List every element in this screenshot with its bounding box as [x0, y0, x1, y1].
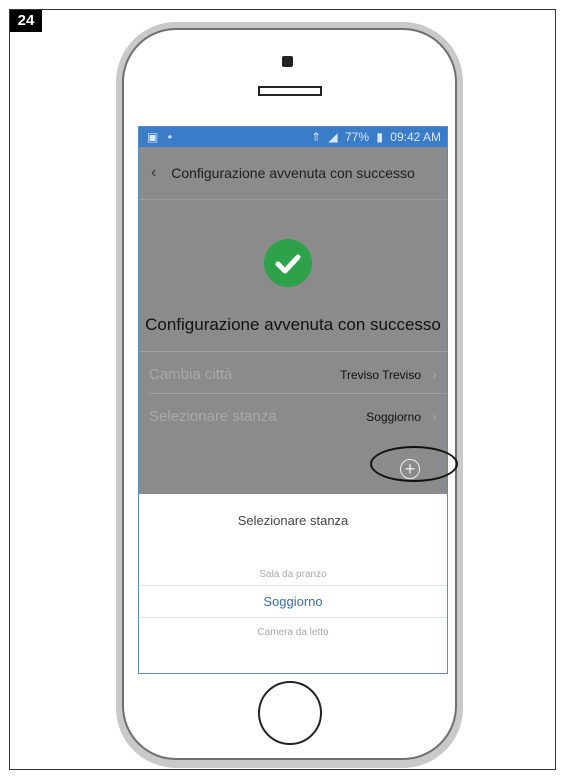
speaker-grille: [258, 86, 322, 96]
camera-icon: [282, 56, 293, 67]
signal-icon: ◢: [328, 130, 338, 144]
row-value: Treviso Treviso: [340, 368, 421, 382]
battery-percent: 77%: [344, 130, 369, 144]
success-heading: Configurazione avvenuta con successo: [145, 315, 441, 334]
image-notification-icon: ▣: [147, 130, 159, 144]
divider: [139, 351, 447, 352]
step-number-badge: 24: [10, 10, 42, 32]
picker-title: Selezionare stanza: [237, 513, 349, 528]
wifi-icon: ⇑: [310, 130, 322, 144]
notification-dot-icon: •: [167, 130, 172, 144]
chevron-right-icon: ›: [432, 408, 437, 424]
settings-row-room[interactable]: Selezionare stanza Soggiorno ›: [139, 398, 447, 434]
row-label: Selezionare stanza: [149, 408, 277, 425]
phone-screen: ▣ • ⇑ ◢ 77% ▮ 09:42 AM ‹ Configurazione …: [138, 126, 448, 674]
chevron-right-icon: ›: [432, 366, 437, 382]
picker-option-dining-room[interactable]: Sala da pranzo: [139, 569, 447, 580]
settings-row-city[interactable]: Cambia città Treviso Treviso ›: [139, 356, 447, 392]
picker-option-bedroom[interactable]: Camera da letto: [139, 627, 447, 638]
battery-icon: ▮: [376, 130, 383, 144]
picker-divider: [139, 617, 447, 618]
home-button[interactable]: [258, 681, 322, 745]
picker-option-living-room[interactable]: Soggiorno: [139, 594, 447, 609]
callout-ellipse: [370, 446, 458, 482]
check-circle-icon: [264, 239, 312, 287]
clock-time: 09:42 AM: [390, 130, 441, 144]
divider: [149, 393, 447, 394]
picker-divider: [139, 585, 447, 586]
nav-title: Configurazione avvenuta con successo: [171, 165, 415, 181]
nav-bar: ‹ Configurazione avvenuta con successo: [139, 147, 447, 200]
configuration-page: ‹ Configurazione avvenuta con successo C…: [139, 147, 447, 494]
row-value: Soggiorno: [366, 410, 421, 424]
row-label: Cambia città: [149, 366, 233, 383]
status-bar: ▣ • ⇑ ◢ 77% ▮ 09:42 AM: [139, 127, 447, 147]
